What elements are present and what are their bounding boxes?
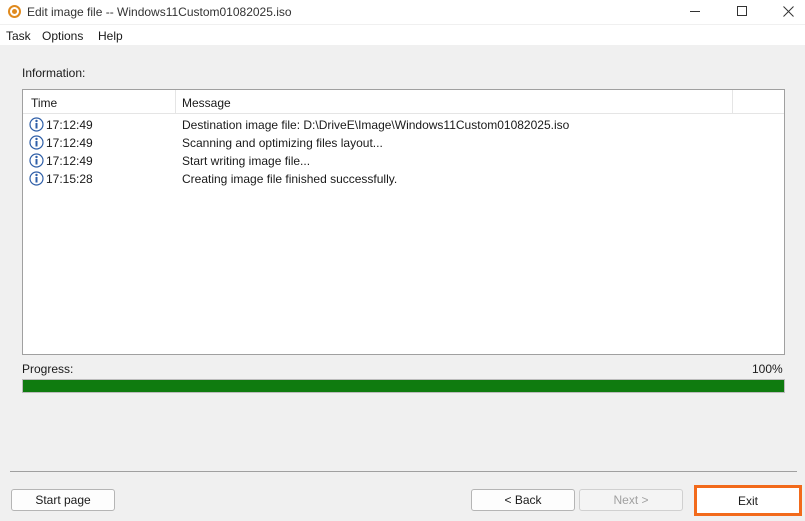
menu-task[interactable]: Task xyxy=(6,29,31,43)
log-message: Destination image file: D:\DriveE\Image\… xyxy=(182,118,570,132)
log-row[interactable]: 17:12:49 Scanning and optimizing files l… xyxy=(23,134,784,152)
back-button[interactable]: < Back xyxy=(471,489,575,511)
menu-options[interactable]: Options xyxy=(42,29,83,43)
menu-help[interactable]: Help xyxy=(98,29,123,43)
column-header-time[interactable]: Time xyxy=(31,96,57,110)
log-time: 17:12:49 xyxy=(46,154,93,168)
minimize-button[interactable] xyxy=(672,0,718,22)
log-row[interactable]: 17:15:28 Creating image file finished su… xyxy=(23,170,784,188)
information-label: Information: xyxy=(22,66,86,80)
log-time: 17:15:28 xyxy=(46,172,93,186)
progress-percent: 100% xyxy=(752,362,783,376)
window-title: Edit image file -- Windows11Custom010820… xyxy=(27,5,292,19)
log-message: Start writing image file... xyxy=(182,154,311,168)
info-icon xyxy=(29,153,44,168)
log-time: 17:12:49 xyxy=(46,136,93,150)
log-row[interactable]: 17:12:49 Start writing image file... xyxy=(23,152,784,170)
close-icon xyxy=(782,5,794,17)
info-icon xyxy=(29,117,44,132)
title-bar: Edit image file -- Windows11Custom010820… xyxy=(0,0,805,24)
log-row[interactable]: 17:12:49 Destination image file: D:\Driv… xyxy=(23,116,784,134)
maximize-icon xyxy=(737,6,747,16)
info-icon xyxy=(29,171,44,186)
column-separator[interactable] xyxy=(175,90,176,114)
maximize-button[interactable] xyxy=(719,0,765,22)
information-list[interactable]: Time Message 17:12:49 Destination image … xyxy=(22,89,785,355)
app-disc-icon xyxy=(8,5,21,18)
progress-label: Progress: xyxy=(22,362,74,376)
minimize-icon xyxy=(690,10,700,12)
log-message: Creating image file finished successfull… xyxy=(182,172,398,186)
log-time: 17:12:49 xyxy=(46,118,93,132)
menu-bar: Task Options Help xyxy=(0,25,805,45)
log-message: Scanning and optimizing files layout... xyxy=(182,136,383,150)
exit-button[interactable]: Exit xyxy=(694,485,802,516)
log-rows: 17:12:49 Destination image file: D:\Driv… xyxy=(23,116,784,188)
column-header-message[interactable]: Message xyxy=(182,96,231,110)
progress-fill xyxy=(23,380,784,392)
list-header: Time Message xyxy=(23,90,784,114)
info-icon xyxy=(29,135,44,150)
divider xyxy=(10,471,797,472)
start-page-button[interactable]: Start page xyxy=(11,489,115,511)
next-button[interactable]: Next > xyxy=(579,489,683,511)
column-separator[interactable] xyxy=(732,90,733,114)
close-button[interactable] xyxy=(765,0,805,22)
progress-bar xyxy=(22,379,785,393)
